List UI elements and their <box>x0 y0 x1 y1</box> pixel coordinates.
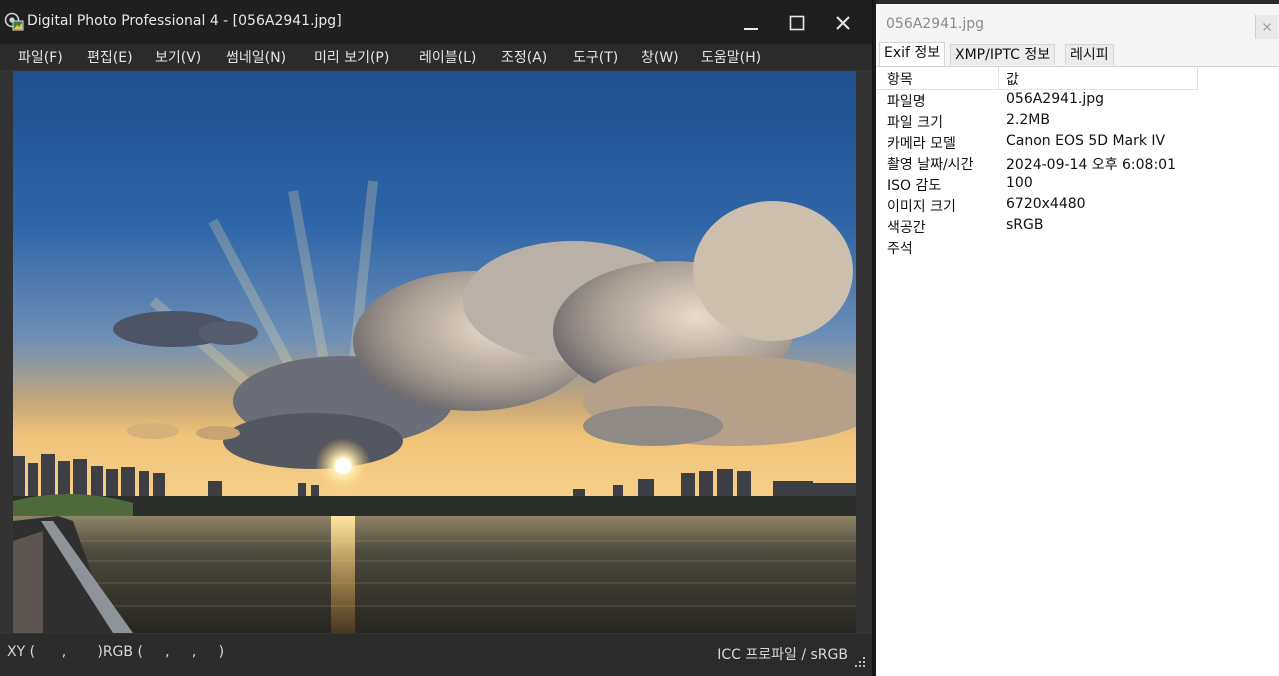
minimize-button[interactable] <box>729 8 775 38</box>
exif-table-header: 항목 값 <box>876 67 1198 90</box>
table-row[interactable]: 카메라 모델 Canon EOS 5D Mark IV <box>876 133 1279 154</box>
table-row[interactable]: 색공간 sRGB <box>876 217 1279 238</box>
maximize-button[interactable] <box>775 8 821 38</box>
menu-bar: 파일(F) 편집(E) 보기(V) 썸네일(N) 미리 보기(P) 레이블(L)… <box>0 44 872 70</box>
info-panel-close-button[interactable] <box>1255 15 1278 39</box>
close-button[interactable] <box>821 8 867 38</box>
exif-value: 6720x4480 <box>1006 196 1086 212</box>
table-row[interactable]: 촬영 날짜/시간 2024-09-14 오후 6:08:01 <box>876 154 1279 175</box>
exif-value: Canon EOS 5D Mark IV <box>1006 133 1166 149</box>
info-panel-filename: 056A2941.jpg <box>886 16 985 32</box>
icc-profile-label: ICC 프로파일 / sRGB <box>717 647 848 663</box>
exif-key: 카메라 모델 <box>887 136 956 152</box>
menu-tools[interactable]: 도구(T) <box>573 47 618 67</box>
column-divider[interactable] <box>998 67 999 89</box>
menu-view[interactable]: 보기(V) <box>155 47 201 67</box>
exif-key: 이미지 크기 <box>887 199 956 215</box>
column-header-item[interactable]: 항목 <box>887 69 913 89</box>
table-row[interactable]: 파일명 056A2941.jpg <box>876 91 1279 112</box>
exif-key: 파일 크기 <box>887 115 943 131</box>
pixel-readout: XY ( , )RGB ( , , ) <box>7 644 225 660</box>
exif-value: 2.2MB <box>1006 112 1050 128</box>
menu-file[interactable]: 파일(F) <box>18 47 63 67</box>
menu-help[interactable]: 도움말(H) <box>701 47 761 67</box>
table-row[interactable]: ISO 감도 100 <box>876 175 1279 196</box>
preview-area[interactable] <box>0 70 872 634</box>
exif-value: 056A2941.jpg <box>1006 91 1105 107</box>
column-divider[interactable] <box>1197 67 1198 89</box>
info-panel-header[interactable]: 056A2941.jpg <box>876 4 1279 42</box>
tab-xmp-iptc[interactable]: XMP/IPTC 정보 <box>950 44 1056 65</box>
minimize-icon <box>744 28 758 30</box>
menu-thumbnail[interactable]: 썸네일(N) <box>226 47 286 67</box>
exif-value: 2024-09-14 오후 6:08:01 <box>1006 157 1176 173</box>
status-bar: XY ( , )RGB ( , , ) ICC 프로파일 / sRGB <box>0 634 872 676</box>
info-panel: 056A2941.jpg Exif 정보 XMP/IPTC 정보 레시피 항목 … <box>876 0 1279 676</box>
close-icon <box>836 16 850 30</box>
exif-value: 100 <box>1006 175 1033 191</box>
menu-edit[interactable]: 편집(E) <box>87 47 133 67</box>
close-icon <box>1263 23 1271 31</box>
info-tabs: Exif 정보 XMP/IPTC 정보 레시피 <box>876 42 1279 67</box>
exif-key: 파일명 <box>887 94 926 110</box>
title-bar[interactable]: Digital Photo Professional 4 - [056A2941… <box>0 0 872 44</box>
menu-label[interactable]: 레이블(L) <box>419 47 476 67</box>
preview-image <box>13 71 856 633</box>
window-title: Digital Photo Professional 4 - [056A2941… <box>27 13 342 29</box>
exif-key: 주석 <box>887 241 913 257</box>
column-header-value[interactable]: 값 <box>1006 69 1019 89</box>
tab-exif[interactable]: Exif 정보 <box>879 42 946 66</box>
menu-preview[interactable]: 미리 보기(P) <box>314 47 389 67</box>
menu-window[interactable]: 창(W) <box>641 47 679 67</box>
tab-recipe[interactable]: 레시피 <box>1065 44 1114 65</box>
resize-grip-icon[interactable] <box>854 656 866 668</box>
table-row[interactable]: 이미지 크기 6720x4480 <box>876 196 1279 217</box>
exif-key: ISO 감도 <box>887 178 942 194</box>
exif-key: 색공간 <box>887 220 926 236</box>
exif-key: 촬영 날짜/시간 <box>887 157 974 173</box>
table-row[interactable]: 주석 <box>876 238 1279 259</box>
dpp-main-window: Digital Photo Professional 4 - [056A2941… <box>0 0 873 676</box>
app-icon <box>4 12 24 32</box>
table-row[interactable]: 파일 크기 2.2MB <box>876 112 1279 133</box>
maximize-icon <box>789 15 805 31</box>
menu-adjust[interactable]: 조정(A) <box>501 47 547 67</box>
exif-value: sRGB <box>1006 217 1044 233</box>
